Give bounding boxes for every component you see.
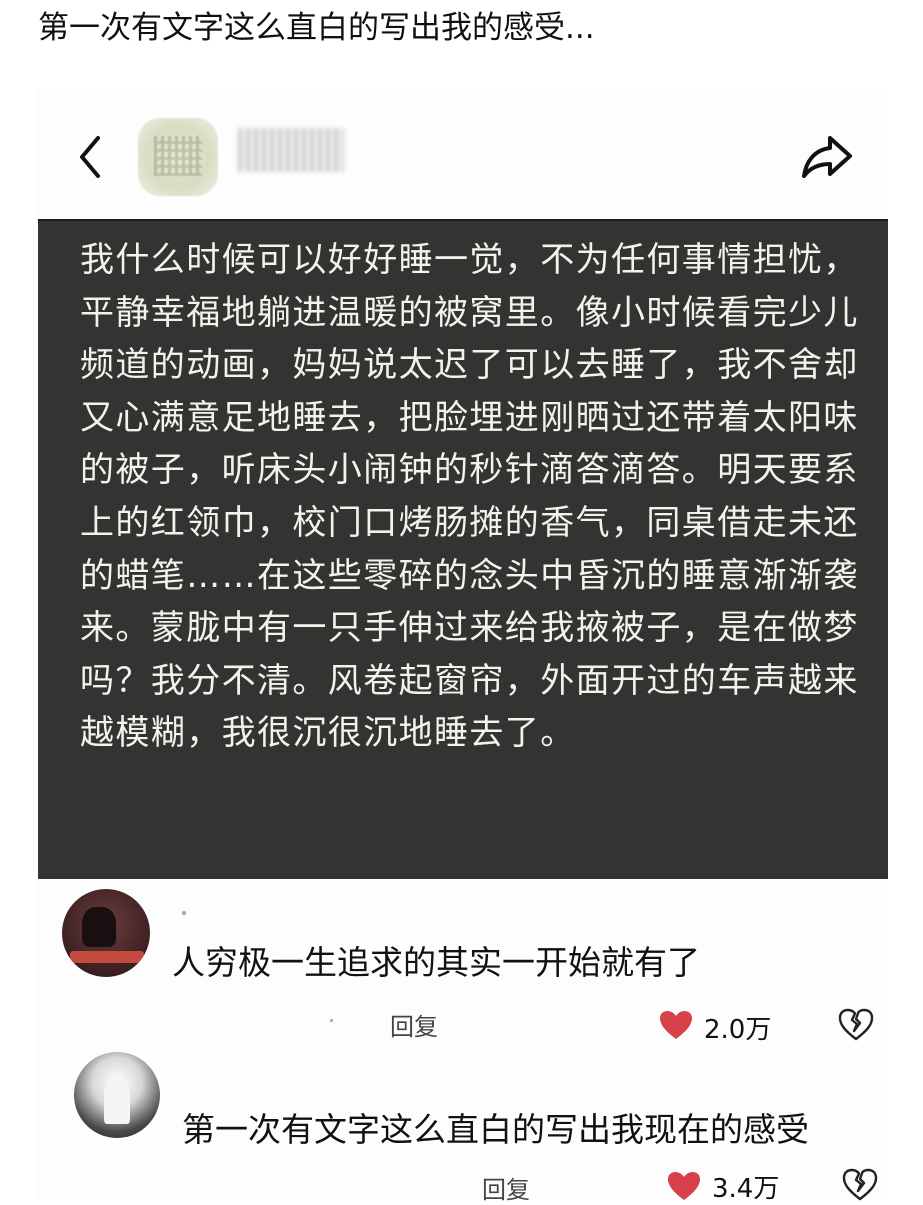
- share-icon: [802, 136, 852, 178]
- commenter-avatar[interactable]: [62, 889, 150, 977]
- reply-button[interactable]: 回复: [390, 1007, 438, 1042]
- broken-heart-icon[interactable]: [838, 1008, 874, 1042]
- broken-heart-icon[interactable]: [842, 1168, 878, 1202]
- back-button[interactable]: [72, 132, 112, 182]
- chevron-left-icon: [80, 136, 100, 178]
- share-button[interactable]: [800, 132, 854, 180]
- heart-icon[interactable]: [666, 1170, 702, 1202]
- author-name-blurred[interactable]: [238, 128, 344, 172]
- heart-icon[interactable]: [658, 1009, 694, 1041]
- like-count: 2.0万: [704, 1015, 772, 1045]
- comment-item: 人穷极一生追求的其实一开始就有了 回复 2.0万: [36, 889, 888, 1049]
- commenter-avatar[interactable]: [74, 1052, 160, 1138]
- like-count: 3.4万: [712, 1174, 780, 1204]
- page-title: 第一次有文字这么直白的写出我的感受...: [38, 10, 595, 46]
- commenter-name-dot: [182, 911, 186, 915]
- author-avatar[interactable]: [138, 118, 218, 196]
- comment-text: 人穷极一生追求的其实一开始就有了: [172, 943, 700, 982]
- comment-time-dot: [330, 1019, 333, 1022]
- comment-item: 第一次有文字这么直白的写出我现在的感受 回复 3.4万: [36, 1052, 888, 1204]
- post-text: 我什么时候可以好好睡一觉，不为任何事情担忧，平静幸福地躺进温暖的被窝里。像小时候…: [80, 240, 859, 754]
- comment-text: 第一次有文字这么直白的写出我现在的感受: [182, 1110, 809, 1149]
